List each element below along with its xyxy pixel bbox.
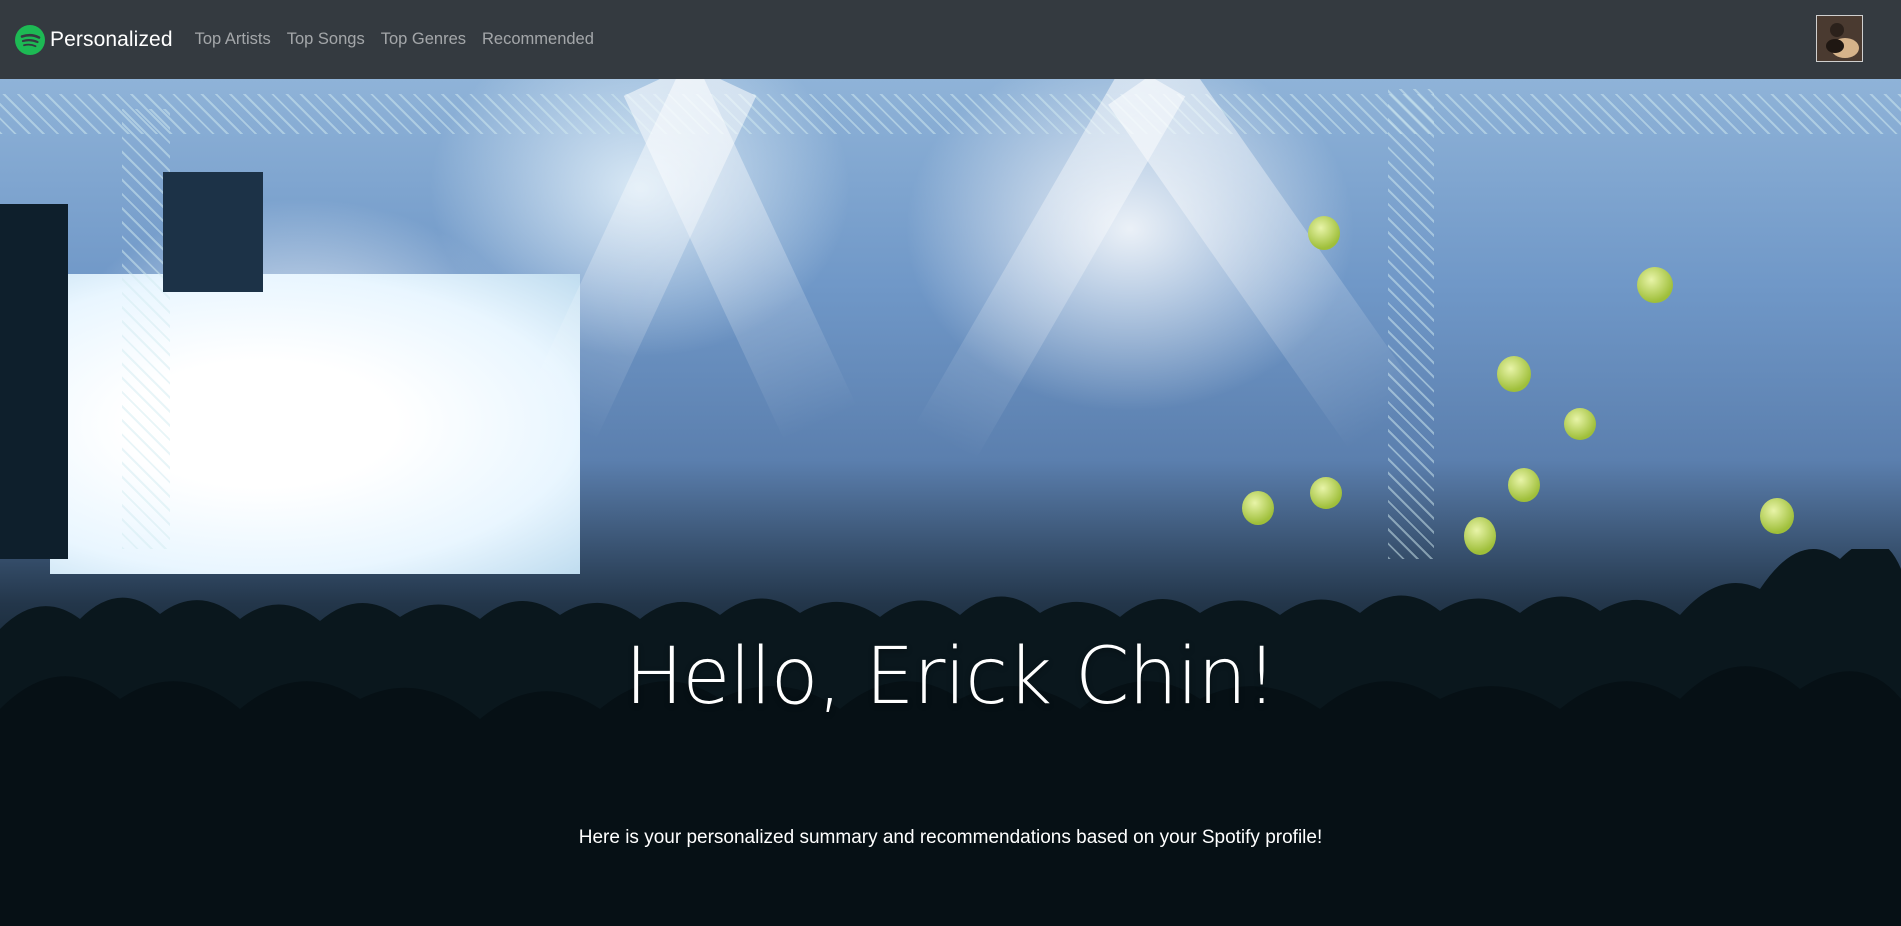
crowd-silhouette — [0, 549, 1901, 926]
greeting-subtitle: Here is your personalized summary and re… — [578, 827, 1323, 848]
nav-link-top-genres[interactable]: Top Genres — [381, 30, 466, 49]
hero-banner: Hello, Erick Chin! Here is your personal… — [0, 79, 1901, 926]
balloon — [1308, 216, 1340, 250]
spotify-logo-icon — [15, 24, 45, 55]
brand-name: Personalized — [50, 27, 173, 51]
nav-link-top-songs[interactable]: Top Songs — [287, 30, 365, 49]
speaker-stack — [0, 204, 68, 559]
elohim-sign — [163, 172, 263, 292]
nav-links: Top Artists Top Songs Top Genres Recomme… — [195, 30, 610, 49]
balloon — [1497, 356, 1531, 392]
avatar-image — [1817, 16, 1862, 61]
stage-truss-right — [1388, 89, 1434, 559]
stage-truss-top — [0, 94, 1901, 134]
greeting-title: Hello, Erick Chin! — [624, 632, 1277, 722]
nav-link-recommended[interactable]: Recommended — [482, 30, 594, 49]
balloon — [1242, 491, 1274, 525]
nav-link-top-artists[interactable]: Top Artists — [195, 30, 271, 49]
light-beam — [914, 79, 1186, 461]
balloon — [1637, 267, 1673, 303]
balloon — [1310, 477, 1342, 509]
user-avatar[interactable] — [1816, 15, 1863, 62]
navbar: Personalized Top Artists Top Songs Top G… — [0, 0, 1901, 79]
balloon — [1564, 408, 1596, 440]
brand-link[interactable]: Personalized — [15, 24, 173, 55]
balloon — [1508, 468, 1540, 502]
balloon — [1760, 498, 1794, 534]
